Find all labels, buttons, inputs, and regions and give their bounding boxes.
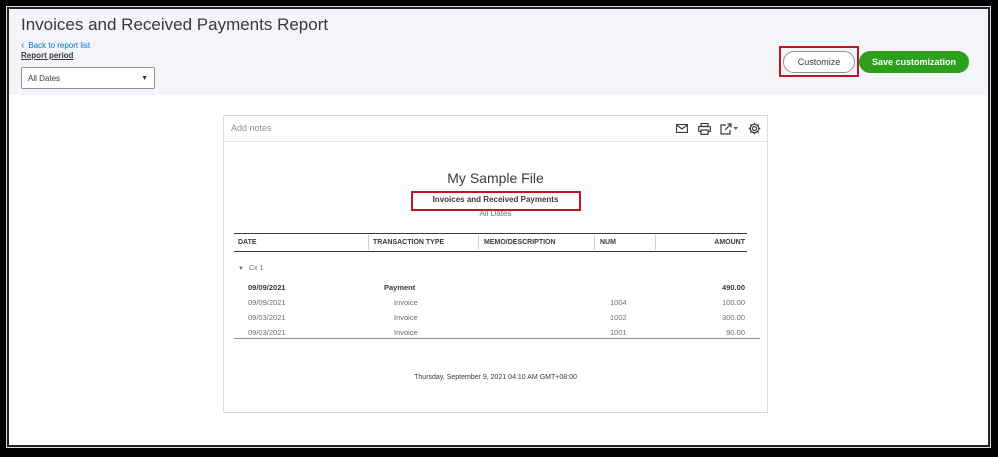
report-date-range: All Dates — [479, 209, 512, 218]
table-header: DATE TRANSACTION TYPE MEMO/DESCRIPTION N… — [234, 233, 747, 252]
cell-num: 1001 — [610, 328, 627, 337]
table-row[interactable]: 09/09/2021 Payment 490.00 — [234, 283, 747, 295]
report-panel: Add notes My Sample File Invoices and Re… — [223, 115, 768, 413]
print-icon[interactable] — [697, 122, 711, 135]
caret-down-icon: ▼ — [141, 74, 148, 82]
cell-num: 1002 — [610, 313, 627, 322]
collapse-triangle-icon: ▼ — [238, 265, 244, 272]
cell-amount: 90.00 — [726, 328, 745, 337]
column-divider[interactable] — [594, 235, 595, 250]
customize-button[interactable]: Customize — [783, 51, 855, 73]
report-period-value: All Dates — [28, 73, 61, 83]
report-header: Invoices and Received Payments Report ‹ … — [9, 9, 988, 95]
company-name: My Sample File — [447, 170, 544, 186]
report-toolbar: Add notes — [224, 116, 767, 142]
export-icon[interactable] — [719, 122, 739, 135]
save-customization-button[interactable]: Save customization — [859, 51, 969, 73]
cell-type: Invoice — [394, 298, 418, 307]
report-timestamp: Thursday, September 9, 2021 04:10 AM GMT… — [414, 374, 577, 381]
report-period-label: Report period — [21, 51, 74, 60]
cell-amount: 100.00 — [722, 298, 745, 307]
group-label: Cx 1 — [248, 265, 264, 272]
cell-date: 09/03/2021 — [248, 328, 286, 337]
report-period-select[interactable]: All Dates ▼ — [21, 67, 155, 89]
cell-type: Invoice — [394, 328, 418, 337]
cell-type: Payment — [384, 283, 416, 292]
column-divider[interactable] — [478, 235, 479, 250]
column-num[interactable]: NUM — [600, 239, 616, 246]
cell-type: Invoice — [394, 313, 418, 322]
cell-amount: 490.00 — [722, 283, 745, 292]
cell-amount: 300.00 — [722, 313, 745, 322]
back-to-report-list-link[interactable]: ‹ Back to report list — [21, 39, 91, 51]
table-footer-rule — [234, 338, 760, 339]
gear-icon[interactable] — [747, 122, 761, 135]
column-amount[interactable]: AMOUNT — [714, 239, 745, 246]
table-row[interactable]: 09/09/2021 Invoice 1004 100.00 — [234, 298, 747, 310]
chevron-left-icon: ‹ — [21, 39, 25, 51]
report-name: Invoices and Received Payments — [432, 195, 559, 204]
column-memo[interactable]: MEMO/DESCRIPTION — [484, 239, 556, 246]
cell-date: 09/09/2021 — [248, 283, 286, 292]
page-title: Invoices and Received Payments Report — [21, 15, 329, 34]
column-date[interactable]: DATE — [238, 239, 257, 246]
back-link-label: Back to report list — [28, 41, 91, 50]
cell-date: 09/09/2021 — [248, 298, 286, 307]
column-divider[interactable] — [655, 235, 656, 250]
cell-date: 09/03/2021 — [248, 313, 286, 322]
column-transaction-type[interactable]: TRANSACTION TYPE — [373, 239, 444, 246]
add-notes-field[interactable]: Add notes — [231, 123, 272, 133]
group-toggle[interactable]: ▼ Cx 1 — [238, 265, 263, 272]
column-divider[interactable] — [368, 235, 369, 250]
cell-num: 1004 — [610, 298, 627, 307]
email-icon[interactable] — [675, 122, 689, 135]
table-row[interactable]: 09/03/2021 Invoice 1002 300.00 — [234, 313, 747, 325]
app-window: Invoices and Received Payments Report ‹ … — [6, 6, 991, 448]
